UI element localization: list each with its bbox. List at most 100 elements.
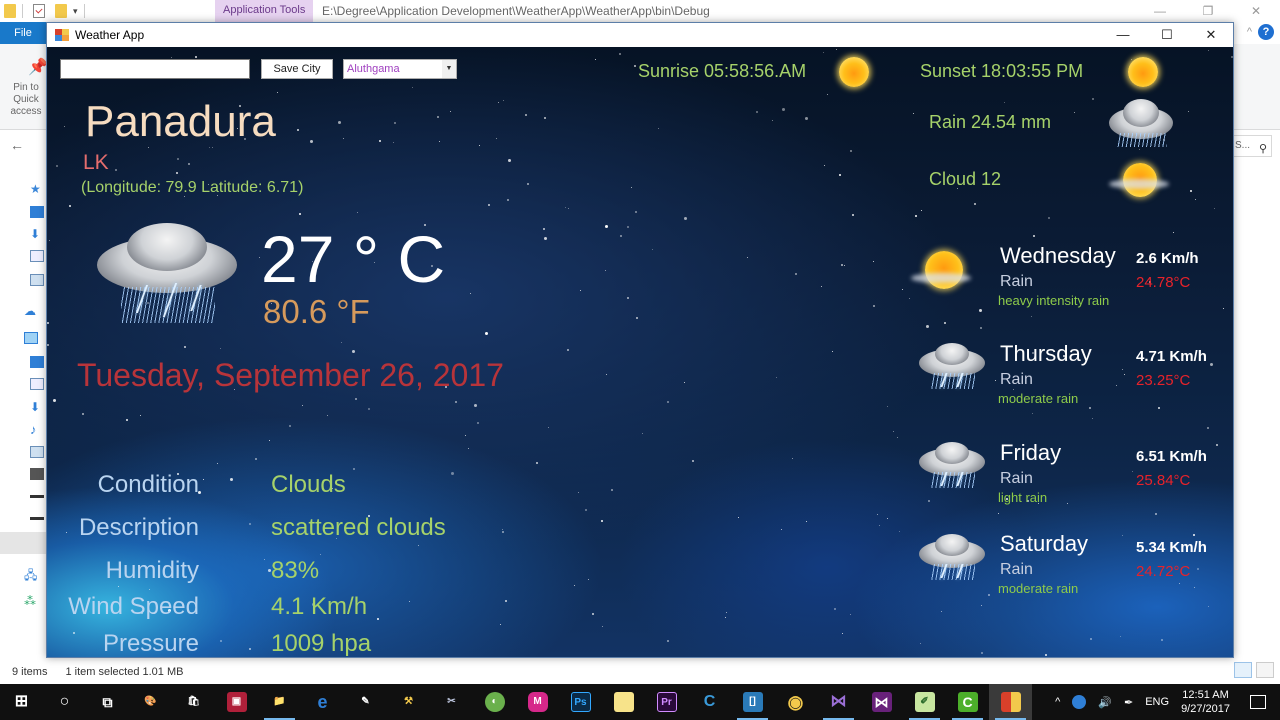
humidity-label: Humidity: [105, 557, 199, 584]
star: [725, 617, 727, 619]
taskbar-app[interactable]: ◉: [774, 684, 817, 720]
search-placeholder: S...: [1235, 140, 1251, 151]
task-view-icon: ⧉: [102, 694, 113, 710]
star: [544, 117, 547, 120]
pictures-icon[interactable]: [30, 446, 44, 458]
documents-icon[interactable]: [30, 250, 44, 262]
star: [635, 211, 638, 214]
taskbar-app[interactable]: ◐: [473, 684, 516, 720]
star: [987, 593, 990, 596]
folder-icon[interactable]: [4, 4, 16, 18]
large-icons-view-button[interactable]: [1256, 662, 1274, 678]
app-titlebar[interactable]: Weather App — ☐ ✕: [47, 23, 1233, 47]
clock[interactable]: 12:51 AM 9/27/2017: [1181, 688, 1230, 716]
star: [1207, 426, 1210, 429]
details-view-button[interactable]: [1234, 662, 1252, 678]
star: [909, 297, 911, 299]
documents-icon[interactable]: [30, 378, 44, 390]
forecast-description: heavy intensity rain: [998, 293, 1110, 308]
taskbar-app[interactable]: ⋈: [860, 684, 903, 720]
explorer-restore-button[interactable]: ❐: [1184, 0, 1232, 22]
forecast-temp: 24.78°C: [1136, 274, 1191, 291]
star: [501, 529, 503, 531]
save-city-button[interactable]: Save City: [261, 59, 333, 79]
taskbar-app[interactable]: ✎: [344, 684, 387, 720]
pen-icon[interactable]: ✒: [1124, 696, 1133, 709]
city-input[interactable]: [60, 59, 250, 79]
eyedropper-icon: ✎: [361, 696, 370, 707]
minimize-button[interactable]: —: [1101, 23, 1145, 47]
taskbar-app[interactable]: ⋈: [817, 684, 860, 720]
star: [505, 599, 508, 602]
properties-icon[interactable]: [33, 4, 45, 18]
downloads-icon[interactable]: ⬇: [30, 400, 44, 414]
chevron-down-icon[interactable]: ▼: [442, 60, 456, 78]
network-icon[interactable]: 🖧: [24, 566, 38, 582]
file-tab[interactable]: File: [0, 22, 46, 44]
volume-icon[interactable]: 🔊: [1098, 696, 1112, 709]
taskbar-app[interactable]: e: [301, 684, 344, 720]
explorer-search-input[interactable]: S... ⚲: [1232, 135, 1272, 157]
pin-icon[interactable]: 📌: [28, 57, 48, 76]
application-tools-tab[interactable]: Application Tools: [215, 0, 314, 22]
forecast-day: Wednesday: [1000, 243, 1116, 268]
pictures-icon[interactable]: [30, 274, 44, 286]
star: [194, 56, 197, 59]
onedrive-icon[interactable]: ☁: [24, 304, 38, 318]
quick-access-dropdown-icon[interactable]: ▾: [73, 6, 78, 17]
this-pc-icon[interactable]: [24, 332, 38, 344]
antivirus-tray-icon[interactable]: [1072, 695, 1087, 709]
show-hidden-icons-button[interactable]: ^: [1055, 696, 1060, 708]
taskbar-app[interactable]: ⚒: [387, 684, 430, 720]
taskbar-app[interactable]: ▰: [602, 684, 645, 720]
cortana-icon: ○: [59, 693, 70, 710]
new-folder-icon[interactable]: [55, 4, 67, 18]
explorer-close-button[interactable]: ✕: [1232, 0, 1280, 22]
videos-icon[interactable]: [30, 468, 44, 480]
help-icon[interactable]: ?: [1258, 24, 1274, 40]
notepad-plus-icon: ✐: [914, 692, 935, 712]
star: [626, 297, 629, 300]
star: [771, 119, 773, 121]
taskbar-app[interactable]: Pr: [645, 684, 688, 720]
close-button[interactable]: ✕: [1189, 23, 1233, 47]
selected-drive-item[interactable]: [0, 532, 46, 554]
maximize-button[interactable]: ☐: [1145, 23, 1189, 47]
start-button[interactable]: ⊞: [0, 684, 43, 720]
taskbar-app[interactable]: C: [688, 684, 731, 720]
local-disk-icon[interactable]: [30, 490, 44, 498]
taskbar-app[interactable]: C: [946, 684, 989, 720]
taskbar-app[interactable]: ✂: [430, 684, 473, 720]
taskbar-app[interactable]: 🎨: [129, 684, 172, 720]
taskbar-app[interactable]: ▣: [215, 684, 258, 720]
language-indicator[interactable]: ENG: [1145, 696, 1169, 708]
taskbar-app[interactable]: Ps: [559, 684, 602, 720]
dvd-drive-icon[interactable]: [30, 512, 44, 520]
taskbar-app[interactable]: 🛍: [172, 684, 215, 720]
taskbar-app[interactable]: M: [516, 684, 559, 720]
music-icon[interactable]: ♪: [30, 422, 44, 437]
star: [495, 137, 497, 139]
collapse-ribbon-icon[interactable]: ^: [1247, 26, 1252, 38]
back-arrow-icon[interactable]: ←: [10, 137, 24, 153]
homegroup-icon[interactable]: ⁂: [24, 594, 38, 608]
explorer-minimize-button[interactable]: —: [1136, 0, 1184, 22]
star: [1188, 110, 1190, 112]
taskbar-app[interactable]: []: [731, 684, 774, 720]
quick-access-star-icon[interactable]: ★: [30, 182, 44, 196]
explorer-path: E:\Degree\Application Development\Weathe…: [322, 4, 710, 18]
star: [667, 400, 670, 403]
downloads-icon[interactable]: ⬇: [30, 227, 44, 241]
action-center-icon[interactable]: [1250, 695, 1266, 709]
star: [368, 407, 371, 410]
taskbar-app-weather[interactable]: ▦: [989, 684, 1032, 720]
star: [502, 100, 504, 102]
desktop-icon[interactable]: [30, 206, 44, 218]
pin-to-quick-access-label[interactable]: Pin to Quick access: [6, 82, 46, 118]
taskbar-app[interactable]: 📁: [258, 684, 301, 720]
desktop-icon[interactable]: [30, 356, 44, 368]
task-view-button[interactable]: ⧉: [86, 684, 129, 720]
cortana-button[interactable]: ○: [43, 684, 86, 720]
city-select[interactable]: Aluthgama ▼: [343, 59, 457, 79]
taskbar-app[interactable]: ✐: [903, 684, 946, 720]
